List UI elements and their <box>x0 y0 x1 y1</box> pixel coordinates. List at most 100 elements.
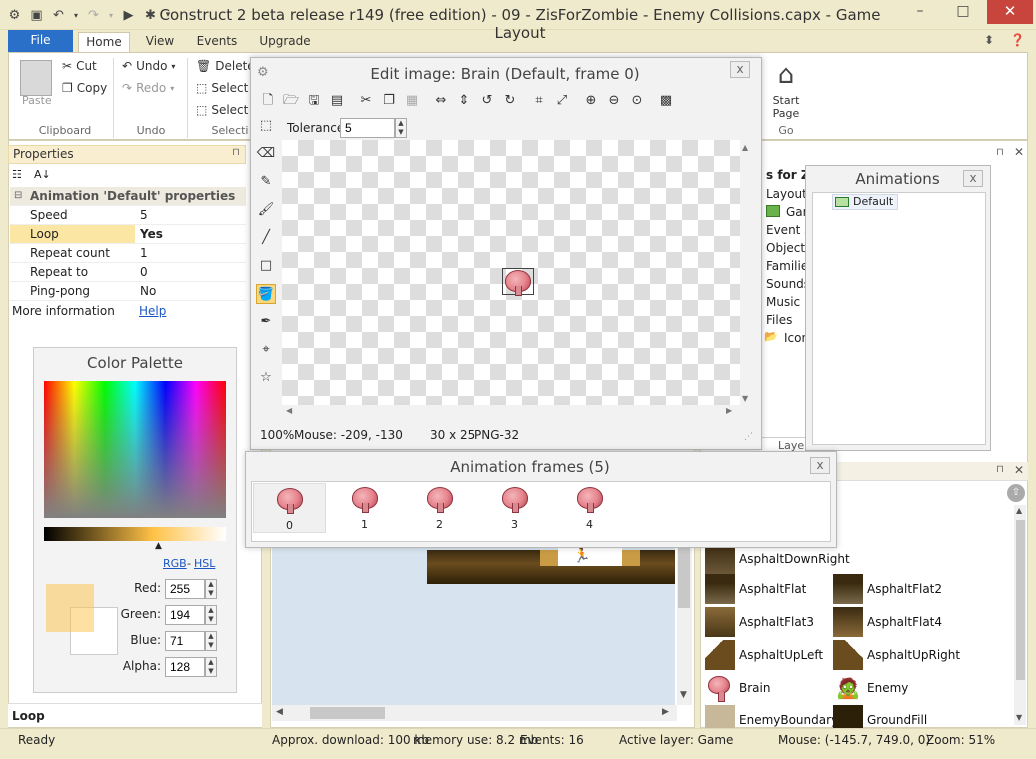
brain-image[interactable] <box>502 268 534 296</box>
frame-thumbnail[interactable]: 3 <box>478 483 551 533</box>
tolerance-spinner[interactable]: ▲ ▼ <box>395 118 407 138</box>
property-row[interactable]: Repeat to 0 <box>10 263 246 282</box>
help-link[interactable]: Help <box>139 304 166 318</box>
pin-icon[interactable]: ⊓ <box>232 147 240 158</box>
paste-button[interactable]: Paste <box>22 94 52 107</box>
object-item[interactable]: AsphaltFlat <box>705 574 806 604</box>
color-spectrum[interactable] <box>44 381 226 518</box>
scroll-down-icon[interactable]: ▼ <box>680 690 687 700</box>
file-tab[interactable]: File <box>8 30 73 52</box>
blue-spinner[interactable]: ▲ ▼ <box>205 631 217 651</box>
ribbon-collapse-icon[interactable]: ⬍ <box>984 33 994 47</box>
fill-bucket-icon[interactable]: 🪣 <box>256 284 276 304</box>
edit-image-close-button[interactable]: x <box>730 61 750 78</box>
undo-icon[interactable]: ↶ <box>50 7 67 24</box>
frame-thumbnail[interactable]: 4 <box>553 483 626 533</box>
line-icon[interactable]: ╱ <box>256 228 276 248</box>
canvas-vertical-scrollbar[interactable] <box>740 140 754 405</box>
green-field[interactable] <box>165 605 205 625</box>
pencil-icon[interactable]: ✎ <box>256 172 276 192</box>
start-page-button[interactable]: Start Page <box>766 94 806 120</box>
brightness-slider[interactable] <box>44 527 226 541</box>
alpha-spinner[interactable]: ▲ ▼ <box>205 657 217 677</box>
app-gear-icon[interactable]: ⚙ <box>6 7 23 24</box>
rectangle-icon[interactable]: □ <box>256 256 276 276</box>
zoom-in-icon[interactable]: ⊕ <box>581 91 601 111</box>
grid-icon[interactable]: ▩ <box>656 91 676 111</box>
project-item-event-sheets[interactable]: Event s <box>766 221 810 239</box>
property-row-selected[interactable]: Loop Yes <box>10 225 246 244</box>
tab-view[interactable]: View <box>140 32 180 52</box>
property-row[interactable]: Speed 5 <box>10 206 246 225</box>
delete-button[interactable]: 🗑 Delete <box>196 59 255 73</box>
project-item-sounds[interactable]: Sounds <box>766 275 810 293</box>
scroll-right-icon[interactable]: ▶ <box>726 406 732 415</box>
color-picker-icon[interactable]: ✒ <box>256 312 276 332</box>
save-icon[interactable]: ▣ <box>28 7 45 24</box>
paste-icon[interactable] <box>20 60 52 96</box>
redo-dropdown-icon[interactable]: ▾ <box>107 7 115 24</box>
project-item-music[interactable]: Music <box>766 293 800 311</box>
collision-polygon-icon[interactable]: ☆ <box>256 368 276 388</box>
tab-upgrade[interactable]: Upgrade <box>254 32 316 52</box>
panel-close-icon[interactable]: ✕ <box>1014 145 1024 159</box>
rgb-link[interactable]: RGB <box>163 557 187 570</box>
scroll-down-icon[interactable]: ▼ <box>742 394 748 403</box>
copy-icon[interactable]: ❐ <box>379 91 399 111</box>
help-icon[interactable]: ❓ <box>1010 33 1025 47</box>
panel-close-icon[interactable]: ✕ <box>1014 463 1024 477</box>
animations-close-button[interactable]: x <box>963 170 983 187</box>
select-all-button[interactable]: ⬚ Select <box>196 81 248 95</box>
resize-grip-icon[interactable]: ⋰ <box>744 432 753 442</box>
frame-thumbnail[interactable]: 2 <box>403 483 476 533</box>
cut-icon[interactable]: ✂ <box>356 91 376 111</box>
animation-frames-close-button[interactable]: x <box>810 457 830 474</box>
enemy-sprite-icon[interactable]: 🏃 <box>573 548 590 566</box>
object-item[interactable]: AsphaltDownRight <box>705 544 850 574</box>
eraser-icon[interactable]: ⌫ <box>256 144 276 164</box>
undo-dropdown-icon[interactable]: ▾ <box>72 7 80 24</box>
save-icon[interactable]: 🖫 <box>304 91 324 111</box>
new-image-icon[interactable]: 🗋 <box>258 91 278 111</box>
zoom-reset-icon[interactable]: ⊙ <box>627 91 647 111</box>
open-icon[interactable]: 🗁 <box>281 91 301 111</box>
property-row[interactable]: Repeat count 1 <box>10 244 246 263</box>
object-item[interactable]: AsphaltFlat3 <box>705 607 814 637</box>
paste-icon[interactable]: ▦ <box>402 91 422 111</box>
tolerance-field[interactable] <box>340 118 395 138</box>
slider-marker-icon[interactable]: ▲ <box>155 541 162 551</box>
scroll-left-icon[interactable]: ◀ <box>286 406 292 415</box>
scroll-up-icon[interactable]: ▲ <box>742 143 748 152</box>
copy-button[interactable]: ❐ Copy <box>62 81 107 95</box>
scroll-left-icon[interactable]: ◀ <box>276 707 283 717</box>
property-category[interactable]: Animation 'Default' properties <box>10 187 246 206</box>
project-item-files[interactable]: Files <box>766 311 792 329</box>
origin-point-icon[interactable]: ⌖ <box>256 340 276 360</box>
sort-az-icon[interactable]: A↓ <box>34 168 51 181</box>
categorized-icon[interactable]: ☷ <box>12 168 22 181</box>
rectangle-select-icon[interactable]: ⬚ <box>256 116 276 136</box>
save-as-icon[interactable]: ▤ <box>327 91 347 111</box>
object-item[interactable]: Brain <box>705 673 770 703</box>
up-folder-icon[interactable]: ⇧ <box>1007 484 1025 502</box>
blue-field[interactable] <box>165 631 205 651</box>
scroll-right-icon[interactable]: ▶ <box>662 707 669 717</box>
scroll-down-icon[interactable]: ▼ <box>1016 713 1022 722</box>
redo-icon[interactable]: ↷ <box>85 7 102 24</box>
object-item[interactable]: AsphaltFlat4 <box>833 607 942 637</box>
crop-icon[interactable]: ⌗ <box>529 91 549 111</box>
maximize-button[interactable]: □ <box>943 0 983 24</box>
animation-item-default[interactable]: Default <box>832 194 899 210</box>
rotate-ccw-icon[interactable]: ↺ <box>477 91 497 111</box>
close-button[interactable]: ✕ <box>987 0 1033 24</box>
minimize-button[interactable]: – <box>900 0 940 24</box>
object-item[interactable]: 🧟 Enemy <box>833 673 909 703</box>
redo-button[interactable]: ↷ Redo ▾ <box>122 81 174 95</box>
object-item[interactable]: AsphaltUpLeft <box>705 640 823 670</box>
flip-horizontal-icon[interactable]: ⇔ <box>431 91 451 111</box>
green-spinner[interactable]: ▲ ▼ <box>205 605 217 625</box>
layout-vscroll-thumb[interactable] <box>678 548 690 608</box>
object-item[interactable]: AsphaltFlat2 <box>833 574 942 604</box>
canvas-horizontal-scrollbar[interactable] <box>282 405 740 419</box>
pin-icon[interactable]: ⊓ <box>996 147 1004 158</box>
